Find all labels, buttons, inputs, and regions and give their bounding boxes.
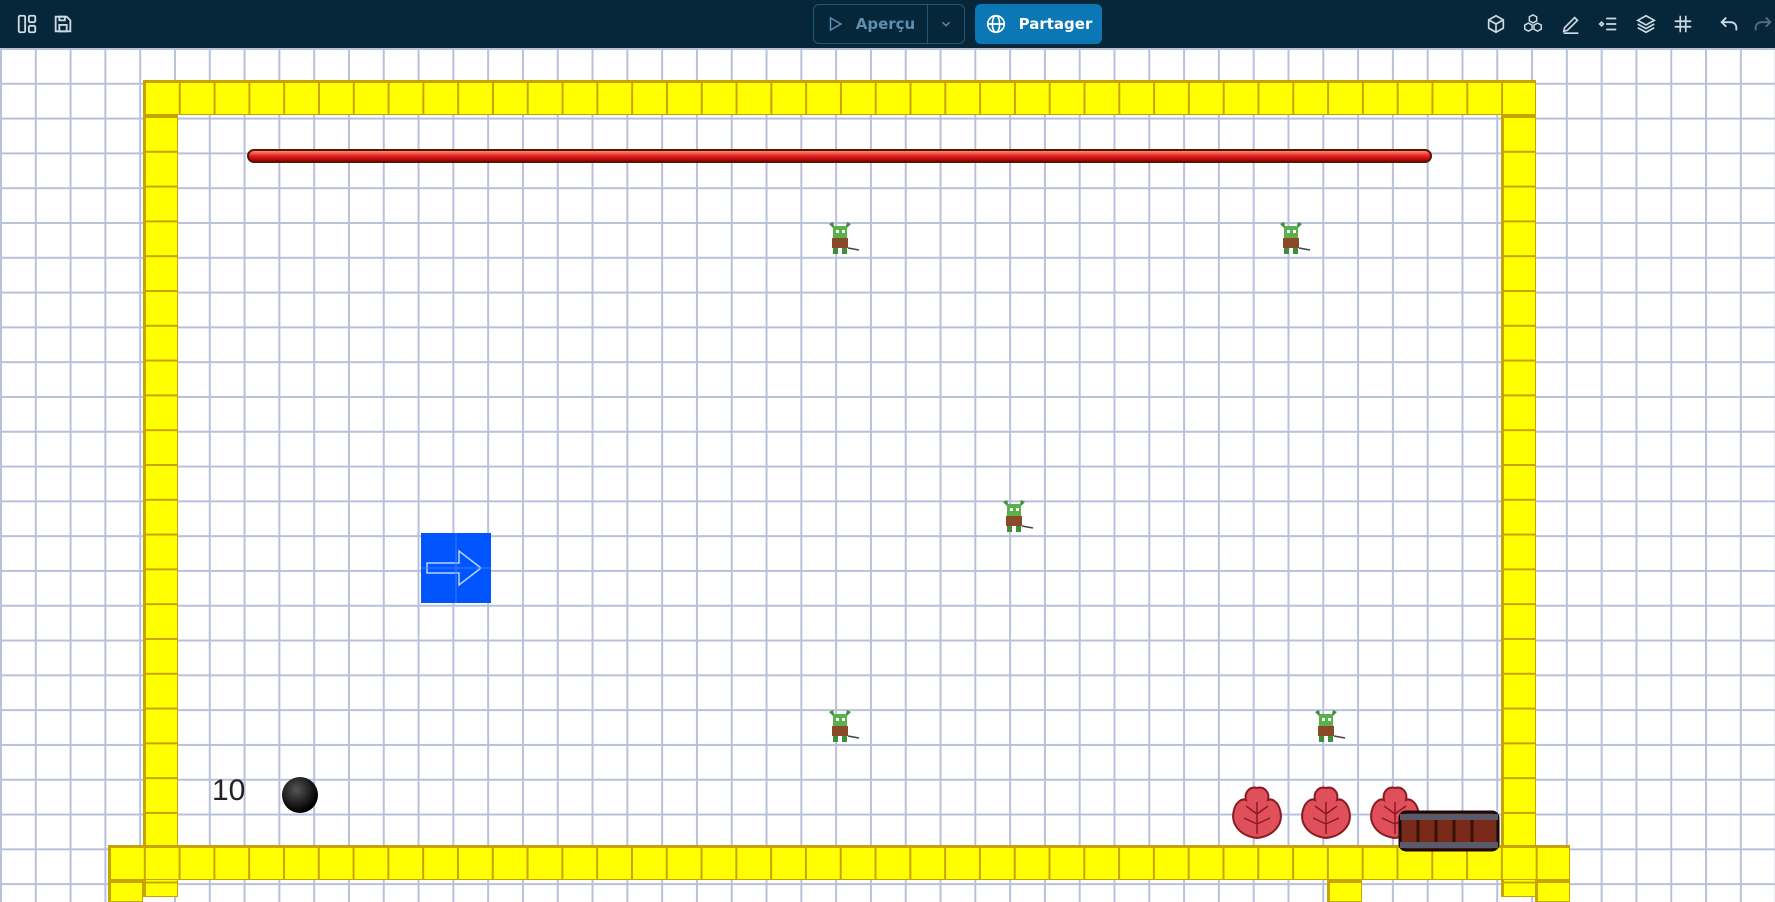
goblin-sprite[interactable]	[995, 498, 1035, 534]
preview-button[interactable]: Aperçu	[814, 5, 928, 43]
red-flower[interactable]	[1297, 784, 1355, 840]
game-canvas[interactable]: 10	[0, 48, 1775, 902]
ball-counter: 10	[212, 774, 246, 807]
list-icon[interactable]	[1592, 8, 1624, 40]
yellow-wall-bottom-right-stub[interactable]	[1535, 880, 1570, 902]
black-ball[interactable]	[282, 777, 318, 813]
yellow-wall-right[interactable]	[1501, 115, 1536, 897]
share-label: Partager	[1018, 15, 1093, 33]
preview-dropdown-button[interactable]	[928, 5, 964, 43]
red-laser-bar[interactable]	[247, 149, 1432, 163]
preview-group: Aperçu	[813, 4, 965, 44]
layers-icon[interactable]	[1630, 8, 1662, 40]
goblin-sprite[interactable]	[1307, 708, 1347, 744]
chevron-down-icon	[941, 21, 951, 27]
yellow-wall-bottom[interactable]	[108, 845, 1570, 880]
goblin-sprite[interactable]	[821, 708, 861, 744]
redo-icon[interactable]	[1747, 8, 1775, 40]
yellow-wall-left[interactable]	[143, 115, 178, 897]
goblin-sprite[interactable]	[821, 220, 861, 256]
grid-icon[interactable]	[1667, 8, 1699, 40]
goblin-sprite[interactable]	[1272, 220, 1312, 256]
layout-panels-icon[interactable]	[11, 8, 43, 40]
play-icon	[829, 16, 843, 32]
red-flower[interactable]	[1228, 784, 1286, 840]
cubes-icon[interactable]	[1517, 8, 1549, 40]
yellow-wall-top[interactable]	[143, 80, 1536, 115]
arrow-right-icon	[421, 533, 491, 603]
share-button[interactable]: Partager	[975, 4, 1102, 44]
top-toolbar: Aperçu Partager	[0, 0, 1775, 48]
yellow-wall-bottom-mid-stub[interactable]	[1327, 880, 1362, 902]
barrel-sprite[interactable]	[1398, 810, 1500, 852]
pencil-icon[interactable]	[1555, 8, 1587, 40]
preview-label: Aperçu	[855, 15, 916, 33]
globe-icon	[986, 14, 1005, 34]
yellow-wall-bottom-left-stub[interactable]	[108, 880, 143, 902]
blue-arrow-player[interactable]	[421, 533, 491, 603]
undo-icon[interactable]	[1713, 8, 1745, 40]
cube-icon[interactable]	[1480, 8, 1512, 40]
save-icon[interactable]	[47, 8, 79, 40]
